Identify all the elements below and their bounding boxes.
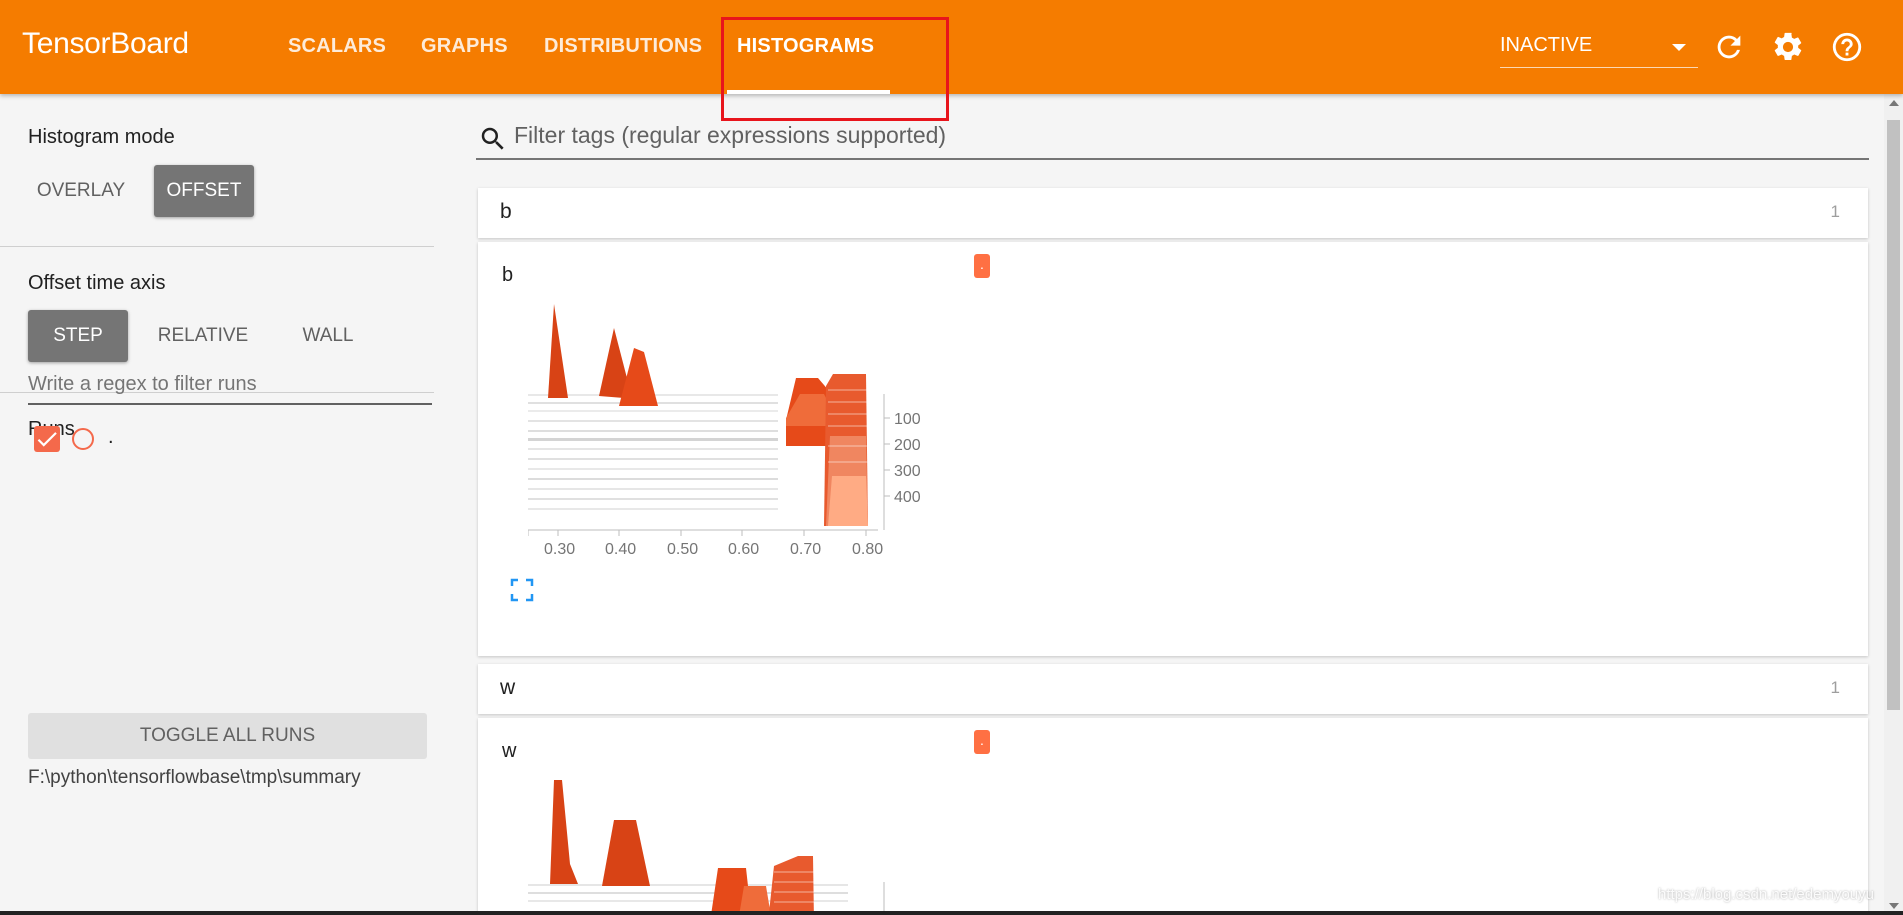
run-checkbox[interactable] (34, 426, 60, 452)
histogram-peak (828, 476, 868, 526)
histogram-peak (768, 856, 814, 915)
fullscreen-icon[interactable] (510, 578, 534, 602)
wall-button[interactable]: WALL (282, 310, 374, 362)
scroll-down-icon[interactable] (1889, 903, 1899, 909)
run-filter-input[interactable]: Write a regex to filter runs (28, 369, 432, 405)
y-tick-label: 200 (894, 437, 921, 454)
y-tick-label: 100 (894, 411, 921, 428)
tab-distributions[interactable]: DISTRIBUTIONS (544, 35, 702, 58)
gear-icon[interactable] (1771, 30, 1805, 64)
histogram-peak (550, 780, 578, 884)
category-name: w (500, 676, 516, 699)
category-count: 1 (1830, 202, 1840, 221)
category-header-w[interactable]: w 1 (478, 664, 1868, 714)
tab-graphs[interactable]: GRAPHS (421, 35, 508, 58)
x-tick-label: 0.60 (728, 541, 759, 558)
histogram-chart-b: 0.30 0.40 0.50 0.60 0.70 0.80 100 200 30… (528, 304, 921, 558)
run-chip[interactable]: . (974, 254, 990, 278)
x-tick-label: 0.50 (667, 541, 698, 558)
toggle-all-runs-button[interactable]: TOGGLE ALL RUNS (28, 713, 427, 759)
x-tick-label: 0.80 (852, 541, 883, 558)
y-tick-label: 300 (894, 463, 921, 480)
category-header-b[interactable]: b 1 (478, 188, 1868, 238)
tag-filter-input[interactable]: Filter tags (regular expressions support… (476, 118, 1869, 160)
histogram-card-b: b . 0.30 0.40 0.50 0.60 0.70 0.80 100 20… (478, 242, 1868, 656)
run-chip[interactable]: . (974, 730, 990, 754)
search-icon (481, 127, 504, 150)
run-label: . (108, 426, 114, 448)
log-directory-path: F:\python\tensorflowbase\tmp\summary (28, 767, 361, 788)
scroll-up-icon[interactable] (1889, 100, 1899, 106)
bottom-edge (0, 911, 1903, 915)
chevron-down-icon (1672, 44, 1686, 51)
tab-scalars[interactable]: SCALARS (288, 35, 386, 58)
step-button[interactable]: STEP (28, 310, 128, 362)
inactive-dashboards-select[interactable]: INACTIVE (1500, 30, 1698, 68)
inactive-select-label: INACTIVE (1500, 34, 1593, 56)
sidebar: Histogram mode OVERLAY OFFSET Offset tim… (0, 94, 434, 915)
check-icon (37, 432, 57, 447)
sidebar-divider (0, 246, 434, 247)
card-tag-name: w (502, 740, 517, 762)
histogram-peak (599, 328, 628, 398)
tag-filter-placeholder: Filter tags (regular expressions support… (514, 122, 947, 148)
x-tick-label: 0.40 (605, 541, 636, 558)
scroll-thumb[interactable] (1887, 120, 1900, 710)
histogram-peak (548, 304, 568, 398)
x-axis-ticks (528, 530, 867, 536)
overlay-button[interactable]: OVERLAY (28, 165, 134, 217)
active-tab-indicator (727, 90, 890, 94)
card-tag-name: b (502, 264, 514, 286)
app-title: TensorBoard (22, 27, 189, 60)
histogram-peak (602, 820, 650, 886)
main-content: Filter tags (regular expressions support… (434, 94, 1884, 915)
category-count: 1 (1830, 678, 1840, 697)
background-slices (528, 394, 778, 510)
category-name: b (500, 200, 512, 223)
x-tick-label: 0.30 (544, 541, 575, 558)
y-tick-label: 400 (894, 489, 921, 506)
top-app-bar: TensorBoard SCALARS GRAPHS DISTRIBUTIONS… (0, 0, 1903, 94)
offset-button[interactable]: OFFSET (154, 165, 254, 217)
run-filter-placeholder: Write a regex to filter runs (28, 373, 257, 395)
help-icon[interactable] (1830, 30, 1864, 64)
offset-time-axis-title: Offset time axis (28, 272, 166, 294)
histogram-mode-title: Histogram mode (28, 126, 175, 148)
x-tick-label: 0.70 (790, 541, 821, 558)
run-color-swatch[interactable] (72, 428, 94, 450)
relative-button[interactable]: RELATIVE (146, 310, 260, 362)
watermark: https://blog.csdn.net/edemyouyu (1658, 886, 1874, 903)
y-axis-ticks (884, 417, 890, 497)
histogram-chart-w: 100 (528, 780, 921, 915)
refresh-icon[interactable] (1712, 30, 1746, 64)
tab-histograms[interactable]: HISTOGRAMS (737, 35, 874, 58)
page-scrollbar[interactable] (1884, 94, 1903, 915)
